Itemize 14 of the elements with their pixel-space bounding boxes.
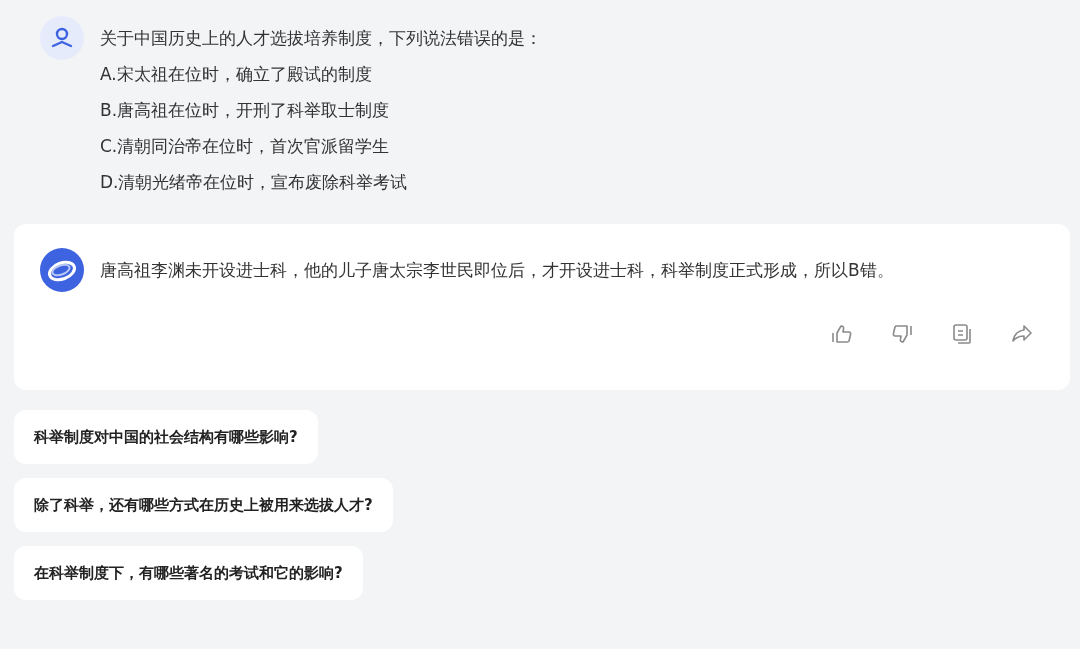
- suggestion-chip[interactable]: 在科举制度下，有哪些著名的考试和它的影响?: [14, 546, 363, 600]
- answer-option: B.唐高祖在位时，开刑了科举取士制度: [100, 97, 542, 124]
- answer-option: C.清朝同治帝在位时，首次官派留学生: [100, 133, 542, 160]
- copy-icon[interactable]: [950, 322, 974, 346]
- thumbs-down-icon[interactable]: [890, 322, 914, 346]
- suggestion-chip[interactable]: 科举制度对中国的社会结构有哪些影响?: [14, 410, 318, 464]
- answer-option: D.清朝光绪帝在位时，宣布废除科举考试: [100, 169, 542, 196]
- answer-text: 唐高祖李渊未开设进士科，他的儿子唐太宗李世民即位后，才开设进士科，科举制度正式形成，所以B错。: [100, 258, 894, 282]
- question-text: 关于中国历史上的人才选拔培养制度，下列说法错误的是：: [100, 27, 542, 50]
- thumbs-up-icon[interactable]: [830, 322, 854, 346]
- assistant-logo-icon: [40, 248, 84, 292]
- suggestion-chip[interactable]: 除了科举，还有哪些方式在历史上被用来选拔人才?: [14, 478, 393, 532]
- user-avatar-icon: [40, 16, 84, 60]
- answer-option: A.宋太祖在位时，确立了殿试的制度: [100, 61, 542, 88]
